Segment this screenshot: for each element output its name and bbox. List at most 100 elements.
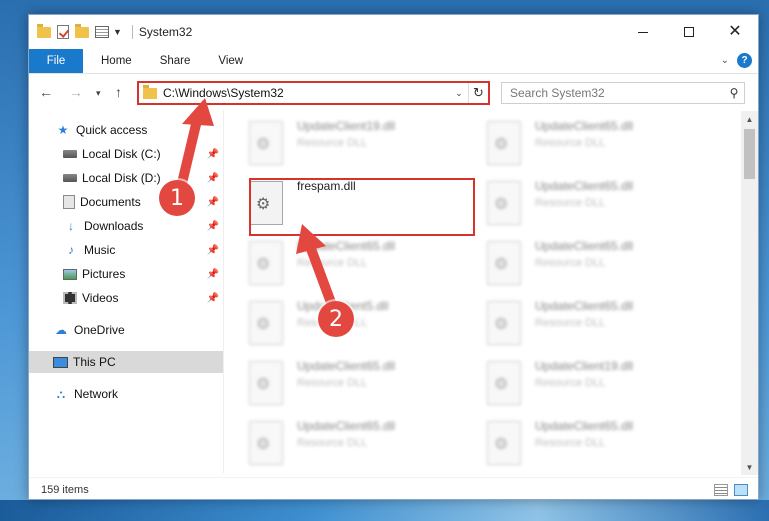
sidebar-item-label: Documents <box>80 195 141 209</box>
sidebar-item-onedrive[interactable]: ☁ OneDrive <box>29 319 223 341</box>
tab-view[interactable]: View <box>204 49 257 73</box>
folder-icon[interactable] <box>37 23 51 38</box>
file-item[interactable]: UpdateClient65.dll Resource DLL <box>225 235 455 289</box>
sidebar-item-local-disk-d[interactable]: Local Disk (D:) 📌 <box>29 167 223 189</box>
address-bar[interactable]: C:\Windows\System32 ⌄ ↻ <box>137 81 490 105</box>
sidebar-item-label: Network <box>74 387 119 401</box>
file-name: UpdateClient65.dll <box>535 179 634 193</box>
tab-share[interactable]: Share <box>146 49 205 73</box>
pin-icon: 📌 <box>206 292 219 304</box>
vertical-scrollbar[interactable]: ▲ ▼ <box>741 111 758 475</box>
sidebar-item-label: Quick access <box>76 123 148 137</box>
file-name: UpdateClient65.dll <box>297 359 396 373</box>
refresh-icon[interactable]: ↻ <box>468 83 488 103</box>
properties-icon[interactable] <box>95 26 109 38</box>
toolbar-divider <box>131 25 133 39</box>
dll-file-icon <box>487 121 521 165</box>
status-bar: 159 items <box>29 477 758 499</box>
sidebar-item-network[interactable]: ⛬ Network <box>29 383 223 405</box>
pin-icon: 📌 <box>206 244 219 256</box>
file-item[interactable]: UpdateClient65.dll Resource DLL <box>225 415 455 469</box>
quick-access-toolbar: ▼ <box>37 23 137 39</box>
window-controls: ✕ <box>620 15 758 49</box>
file-item[interactable]: UpdateClient65.dll Resource DLL <box>463 415 693 469</box>
search-input[interactable]: Search System32 ⚲ <box>501 82 745 104</box>
address-path[interactable]: C:\Windows\System32 <box>163 86 450 100</box>
pane-divider[interactable] <box>223 110 224 473</box>
close-button[interactable]: ✕ <box>712 15 758 49</box>
item-count: 159 items <box>41 483 89 496</box>
address-dropdown-icon[interactable]: ⌄ <box>450 88 468 99</box>
dll-file-icon <box>249 301 283 345</box>
sidebar-item-label: Local Disk (D:) <box>82 171 161 185</box>
search-icon[interactable]: ⚲ <box>724 86 744 100</box>
sidebar-item-videos[interactable]: Videos 📌 <box>29 287 223 309</box>
sidebar-item-pictures[interactable]: Pictures 📌 <box>29 263 223 285</box>
expand-ribbon-chevron-icon[interactable]: ⌄ <box>721 55 729 66</box>
dll-file-icon <box>487 181 521 225</box>
network-icon: ⛬ <box>56 386 66 401</box>
sidebar-item-downloads[interactable]: ↓ Downloads 📌 <box>29 215 223 237</box>
tab-file[interactable]: File <box>29 49 83 73</box>
file-type: Resource DLL <box>535 317 606 329</box>
pin-icon: 📌 <box>206 196 219 208</box>
scroll-up-arrow-icon[interactable]: ▲ <box>741 111 758 127</box>
file-item[interactable]: UpdateClient19.dll Resource DLL <box>225 115 455 169</box>
ribbon-controls: ⌄ ? <box>721 53 752 68</box>
pin-icon: 📌 <box>206 220 219 232</box>
back-arrow-icon[interactable]: ← <box>39 84 53 100</box>
file-name: UpdateClient65.dll <box>297 419 396 433</box>
pin-icon: 📌 <box>206 172 219 184</box>
large-icons-view-icon[interactable] <box>734 483 748 496</box>
dll-file-icon <box>249 121 283 165</box>
file-item[interactable]: UpdateClient65.dll Resource DLL <box>463 295 693 349</box>
file-item[interactable]: UpdateClient65.dll Resource DLL <box>225 355 455 409</box>
customize-toolbar-chevron-icon[interactable]: ▼ <box>113 27 122 37</box>
details-view-icon[interactable] <box>714 483 728 496</box>
maximize-button[interactable] <box>666 15 712 49</box>
dll-file-icon <box>249 241 283 285</box>
scrollbar-thumb[interactable] <box>744 129 755 179</box>
dll-file-icon <box>487 241 521 285</box>
sidebar-item-label: This PC <box>73 355 116 369</box>
step-1-badge: 1 <box>159 180 195 216</box>
music-icon: ♪ <box>68 243 74 257</box>
dll-file-icon <box>487 421 521 465</box>
file-item[interactable]: UpdateClient65.dll Resource DLL <box>463 115 693 169</box>
recent-locations-chevron-icon[interactable]: ▾ <box>96 88 101 99</box>
pin-icon: 📌 <box>206 148 219 160</box>
cloud-icon: ☁ <box>55 323 67 337</box>
file-item[interactable]: UpdateClient19.dll Resource DLL <box>463 355 693 409</box>
sidebar-item-label: Downloads <box>84 219 144 233</box>
properties-check-icon[interactable] <box>57 25 69 39</box>
dll-file-icon <box>249 361 283 405</box>
help-icon[interactable]: ? <box>737 53 752 68</box>
minimize-button[interactable] <box>620 15 666 49</box>
pictures-icon <box>63 268 77 280</box>
window-title: System32 <box>138 25 193 39</box>
close-icon: ✕ <box>728 23 742 40</box>
file-name: UpdateClient65.dll <box>535 119 634 133</box>
up-arrow-icon[interactable]: ↑ <box>115 84 122 100</box>
sidebar-item-music[interactable]: ♪ Music 📌 <box>29 239 223 261</box>
file-item[interactable]: UpdateClient65.dll Resource DLL <box>463 235 693 289</box>
tab-home[interactable]: Home <box>83 49 146 73</box>
file-explorer-window: ▼ System32 ✕ File Home Share View ⌄ ? ← … <box>28 14 759 500</box>
dll-file-icon <box>487 301 521 345</box>
sidebar-item-local-disk-c[interactable]: Local Disk (C:) 📌 <box>29 143 223 165</box>
forward-arrow-icon[interactable]: → <box>69 84 83 100</box>
file-name: UpdateClient65.dll <box>535 419 634 433</box>
view-toggle <box>714 483 748 496</box>
new-folder-icon[interactable] <box>75 23 89 38</box>
file-list: UpdateClient19.dll Resource DLL UpdateCli… <box>225 111 737 471</box>
file-item[interactable]: UpdateClient65.dll Resource DLL <box>463 175 693 229</box>
file-name: UpdateClient19.dll <box>297 119 396 133</box>
videos-icon <box>63 292 77 304</box>
minimize-icon <box>638 31 648 33</box>
sidebar-item-label: Music <box>84 243 116 257</box>
scroll-down-arrow-icon[interactable]: ▼ <box>741 459 758 475</box>
sidebar-item-this-pc[interactable]: This PC <box>29 351 223 373</box>
title-bar: ▼ System32 ✕ <box>29 15 758 49</box>
ribbon-tabs: File Home Share View ⌄ ? <box>29 49 758 74</box>
sidebar-item-quick-access[interactable]: ★ Quick access <box>29 119 223 141</box>
